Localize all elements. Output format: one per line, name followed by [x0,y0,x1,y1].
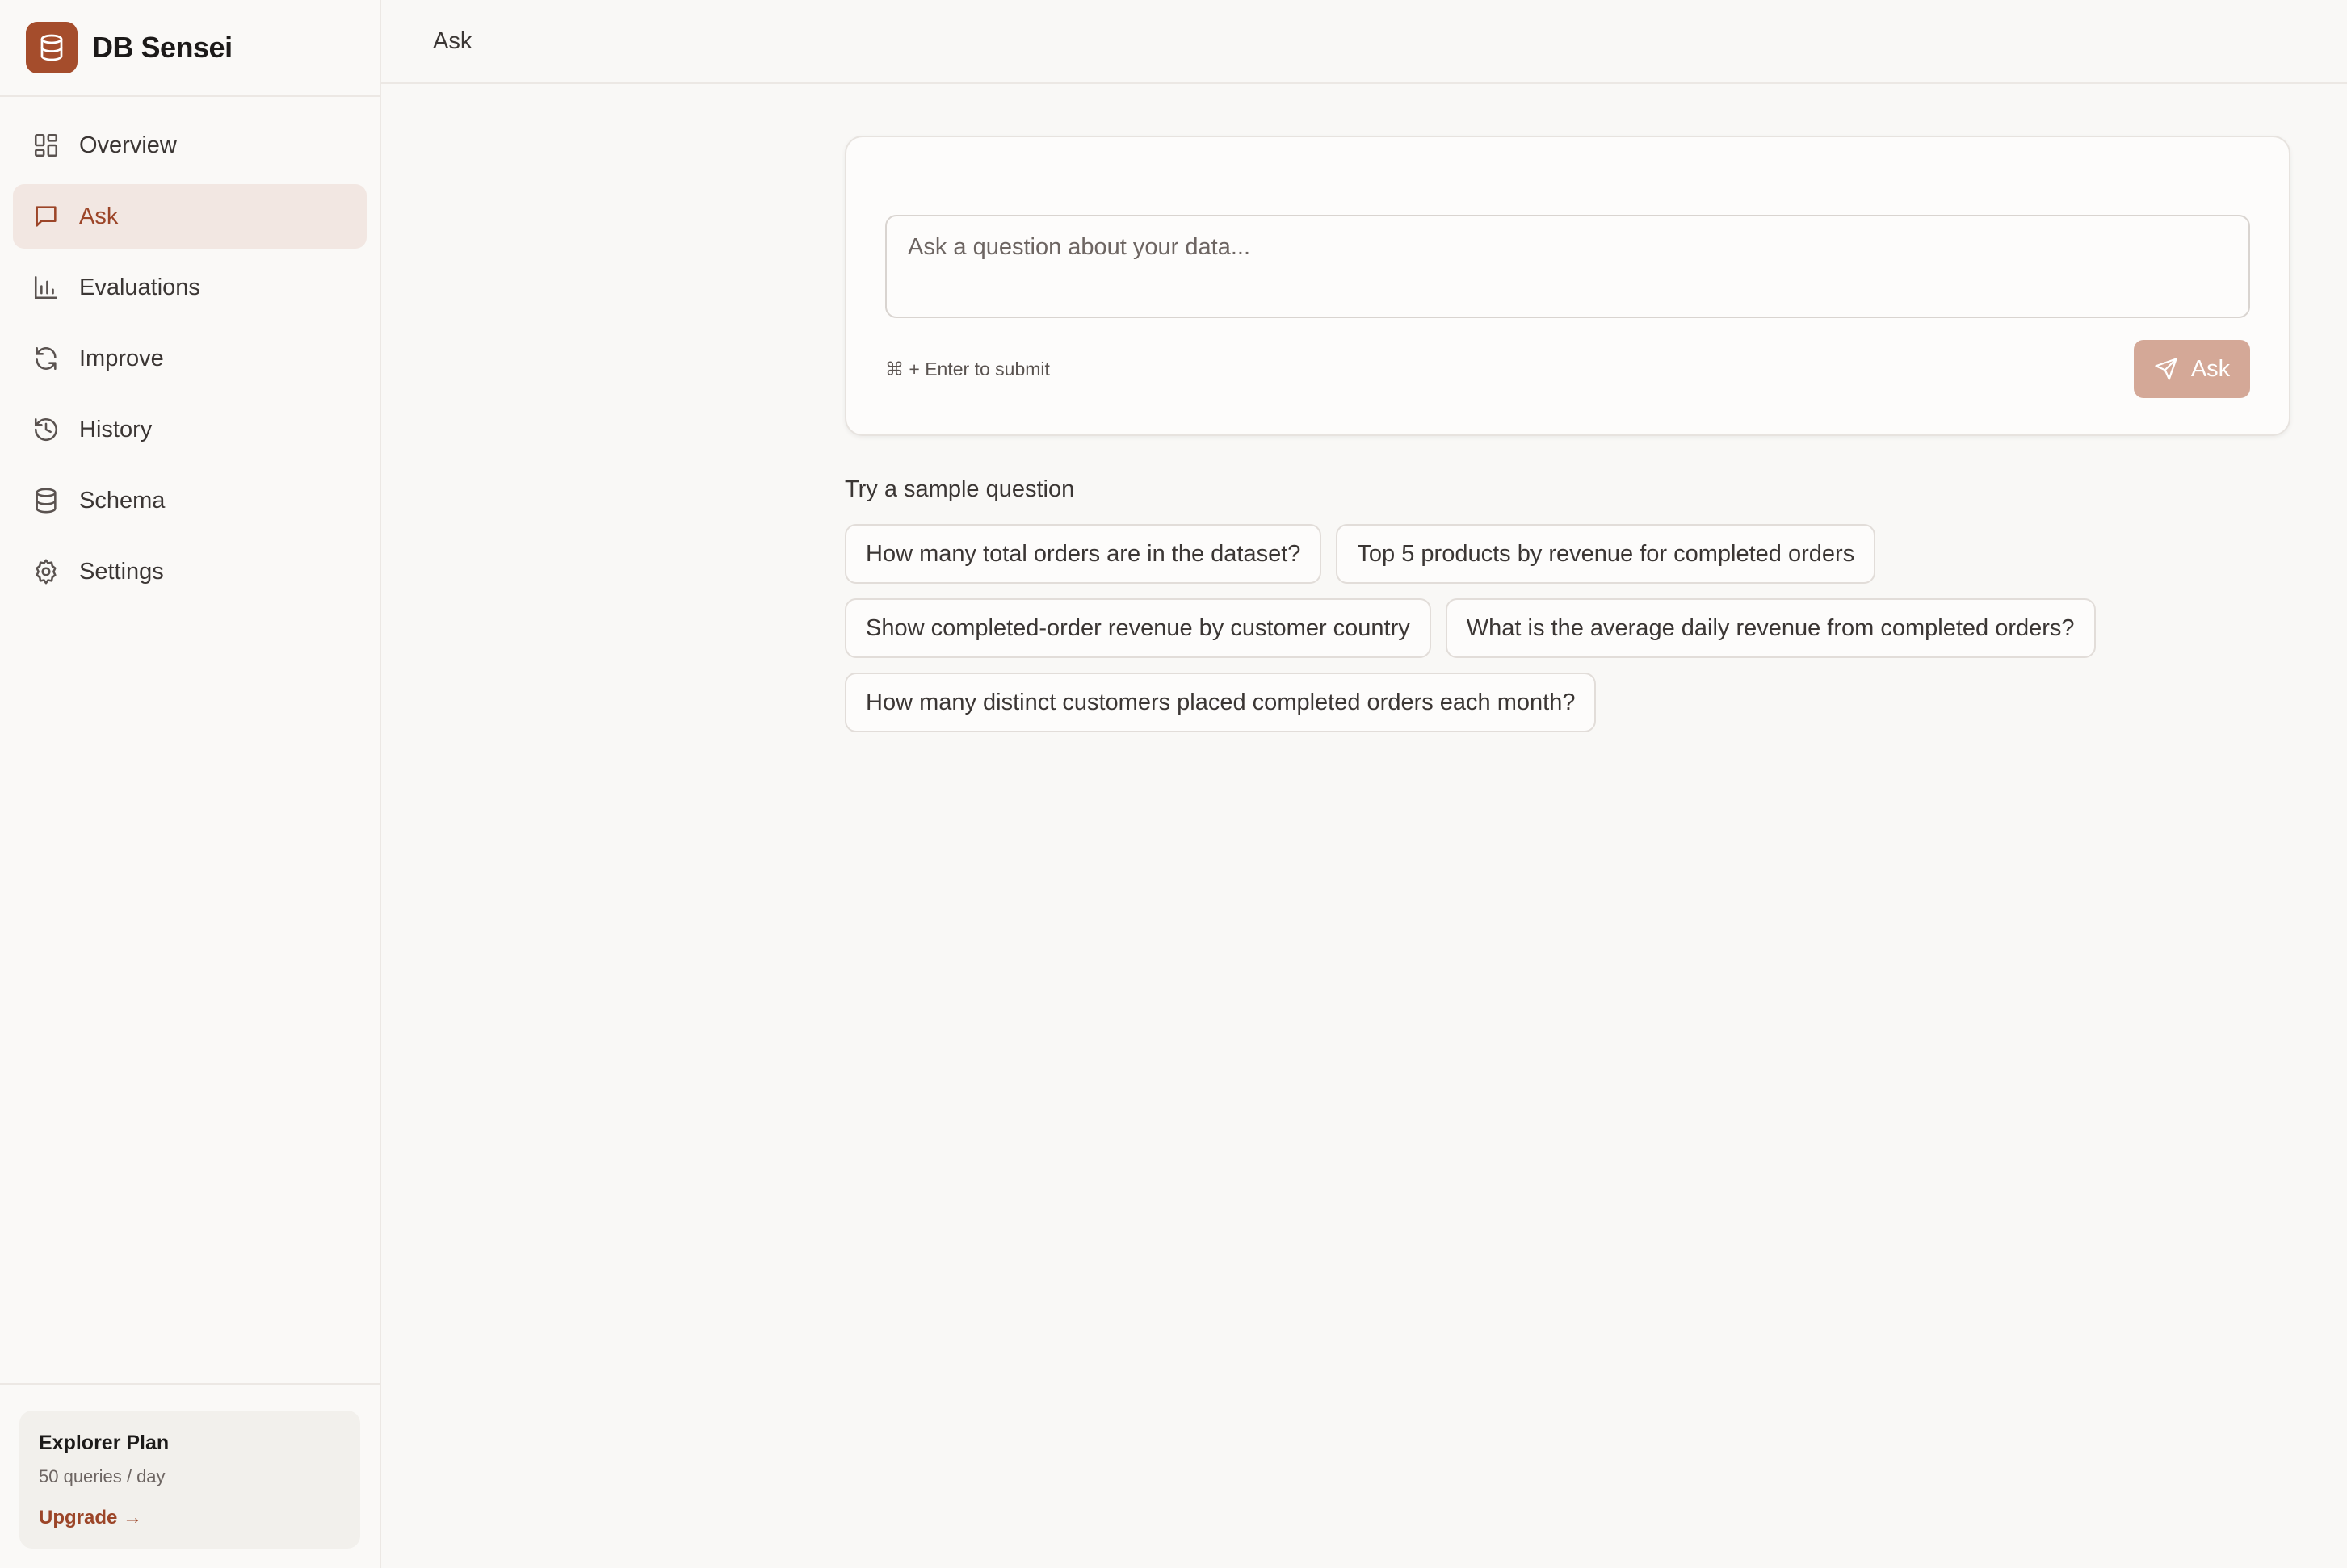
chip-row: Show completed-order revenue by customer… [845,598,2347,658]
sidebar-item-history[interactable]: History [13,397,367,462]
sample-question-chip[interactable]: Show completed-order revenue by customer… [845,598,1431,658]
question-input[interactable] [885,215,2250,318]
sample-question-chip[interactable]: What is the average daily revenue from c… [1445,598,2096,658]
sample-question-chip[interactable]: Top 5 products by revenue for completed … [1336,524,1876,584]
sidebar-item-overview[interactable]: Overview [13,113,367,178]
sidebar-item-schema[interactable]: Schema [13,468,367,533]
sidebar-item-improve[interactable]: Improve [13,326,367,391]
sample-question-chip[interactable]: How many total orders are in the dataset… [845,524,1322,584]
sidebar-item-label: Schema [79,487,166,514]
brand[interactable]: DB Sensei [0,0,380,97]
sample-questions: How many total orders are in the dataset… [845,524,2347,732]
bar-chart-icon [32,274,60,301]
submit-hint: ⌘ + Enter to submit [885,358,1050,379]
sidebar-nav: Overview Ask Evaluations Improve History… [0,97,380,620]
chip-row: How many distinct customers placed compl… [845,673,2347,732]
plan-title: Explorer Plan [39,1432,170,1454]
database-icon [32,487,60,514]
brand-name: DB Sensei [92,31,233,64]
history-icon [32,416,60,443]
chip-row: How many total orders are in the dataset… [845,524,2347,584]
sidebar-item-label: Settings [79,558,164,585]
ask-actions: ⌘ + Enter to submit Ask [885,340,2250,398]
sidebar-item-label: Overview [79,132,177,158]
sidebar-item-ask[interactable]: Ask [13,184,367,249]
sidebar: DB Sensei Overview Ask Evaluations Impro… [0,0,381,1568]
sidebar-item-label: Improve [79,345,164,371]
ask-button[interactable]: Ask [2134,340,2250,398]
ask-content: ⌘ + Enter to submit Ask Try a sample que… [381,84,2347,732]
plan-card: Explorer Plan 50 queries / day Upgrade → [19,1411,360,1549]
refresh-icon [32,345,60,372]
main: Ask ⌘ + Enter to submit Ask [381,0,2347,1568]
sidebar-item-label: Ask [79,203,119,229]
app-root: DB Sensei Overview Ask Evaluations Impro… [0,0,2347,1568]
plan-quota: 50 queries / day [39,1466,166,1486]
ask-card: ⌘ + Enter to submit Ask [845,136,2290,436]
sidebar-footer: Explorer Plan 50 queries / day Upgrade → [0,1383,380,1568]
sidebar-item-label: History [79,416,153,442]
sidebar-item-settings[interactable]: Settings [13,539,367,604]
ask-button-label: Ask [2190,355,2231,382]
chat-icon [32,203,60,230]
samples-title: Try a sample question [845,476,1075,502]
send-icon [2154,357,2178,381]
gear-icon [32,558,60,585]
grid-icon [32,132,60,159]
sidebar-item-label: Evaluations [79,274,200,300]
database-logo-icon [26,22,78,73]
sample-question-chip[interactable]: How many distinct customers placed compl… [845,673,1597,732]
upgrade-link[interactable]: Upgrade → [39,1507,142,1529]
page-header: Ask [381,0,2347,84]
page-title: Ask [433,27,472,54]
sidebar-item-evaluations[interactable]: Evaluations [13,255,367,320]
